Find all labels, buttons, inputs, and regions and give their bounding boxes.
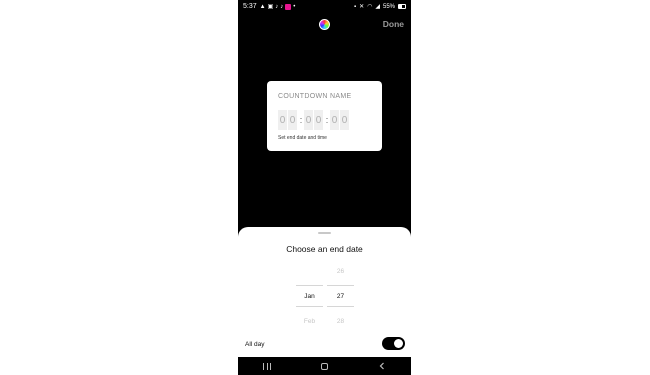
day-option-below[interactable]: 28 xyxy=(327,318,354,325)
countdown-digit: 0 xyxy=(288,110,297,130)
countdown-digits: 0 0 : 0 0 : 0 0 xyxy=(278,110,350,130)
tiktok-icon: ♪ xyxy=(275,3,279,10)
color-picker-icon[interactable] xyxy=(319,19,330,30)
day-option-above[interactable]: 26 xyxy=(327,268,354,275)
countdown-digit: 0 xyxy=(314,110,323,130)
wifi-icon: ◠ xyxy=(367,4,373,10)
mute-icon: ✕ xyxy=(359,4,365,10)
countdown-name-input[interactable]: COUNTDOWN NAME xyxy=(278,93,351,100)
home-icon[interactable] xyxy=(321,362,328,370)
picker-divider xyxy=(296,306,323,307)
gallery-icon: ▣ xyxy=(267,4,274,10)
tiktok-icon: ♪ xyxy=(280,3,284,10)
month-option-selected[interactable]: Jan xyxy=(296,293,323,300)
recent-apps-icon[interactable] xyxy=(263,362,271,370)
status-bar: 5:37 ▲ ▣ ♪ ♪ • ▪ ✕ ◠ ◢ 55% xyxy=(238,0,411,13)
countdown-digit: 0 xyxy=(304,110,313,130)
countdown-digit: 0 xyxy=(330,110,339,130)
countdown-hint: Set end date and time xyxy=(278,135,327,141)
more-dot-icon: • xyxy=(293,3,296,10)
sheet-drag-handle[interactable] xyxy=(318,232,331,234)
done-button[interactable]: Done xyxy=(383,19,404,29)
all-day-toggle[interactable] xyxy=(382,337,405,350)
picker-divider xyxy=(296,285,323,286)
end-date-sheet: Choose an end date Jan Feb 26 27 28 All … xyxy=(238,227,411,357)
system-icons: ▪ ✕ ◠ ◢ 55% xyxy=(354,3,406,10)
notification-icons: ▲ ▣ ♪ ♪ • xyxy=(259,3,296,10)
month-option-below[interactable]: Feb xyxy=(296,318,323,325)
toggle-knob xyxy=(394,339,403,348)
alert-icon: ▲ xyxy=(259,3,266,10)
lock-icon: ▪ xyxy=(353,3,357,10)
all-day-label: All day xyxy=(245,341,265,348)
countdown-digit: 0 xyxy=(278,110,287,130)
app-icon xyxy=(285,3,292,10)
phone-screen: 5:37 ▲ ▣ ♪ ♪ • ▪ ✕ ◠ ◢ 55% Done COUNTDOW… xyxy=(238,0,411,375)
picker-divider xyxy=(327,285,354,286)
system-nav-bar xyxy=(238,357,411,375)
battery-text: 55% xyxy=(382,3,395,10)
battery-icon xyxy=(398,4,406,9)
sheet-title: Choose an end date xyxy=(286,244,363,254)
signal-icon: ◢ xyxy=(375,4,380,10)
day-option-selected[interactable]: 27 xyxy=(327,293,354,300)
status-time: 5:37 xyxy=(243,3,257,10)
picker-divider xyxy=(327,306,354,307)
countdown-digit: 0 xyxy=(340,110,349,130)
countdown-sticker[interactable]: COUNTDOWN NAME 0 0 : 0 0 : 0 0 Set end d… xyxy=(267,81,382,151)
back-icon[interactable] xyxy=(378,362,386,370)
